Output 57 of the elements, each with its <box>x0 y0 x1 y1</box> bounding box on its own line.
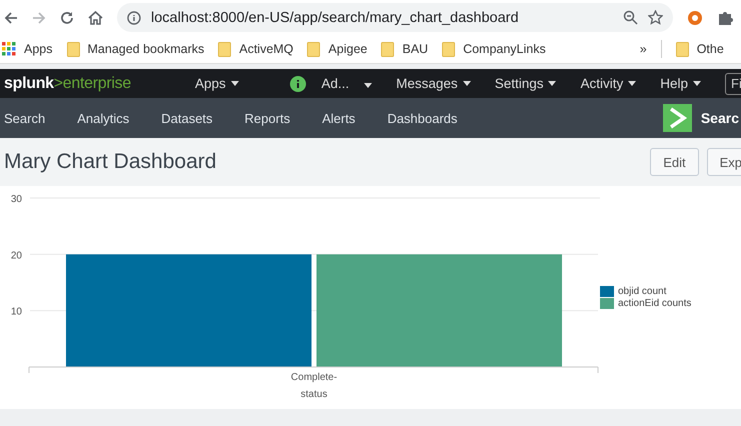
app-title: Searc <box>700 110 739 126</box>
nav-menu[interactable]: Activity <box>580 76 636 91</box>
toolbar-button[interactable]: Edit <box>650 148 699 176</box>
bookmark-item[interactable]: CompanyLinks <box>442 42 546 56</box>
splunk-logo[interactable]: splunk>enterprise <box>4 74 131 92</box>
home-icon[interactable] <box>88 10 103 24</box>
address-bar[interactable]: localhost:8000/en-US/app/search/mary_chart_dashboard <box>117 3 673 32</box>
folder-icon <box>442 42 456 56</box>
nav-menu[interactable]: Help <box>660 76 701 91</box>
apps-grid-icon <box>2 42 16 56</box>
app-nav-tab[interactable]: Dashboards <box>387 110 458 126</box>
caret-icon <box>230 81 239 86</box>
y-axis-label: 30 <box>10 194 22 205</box>
legend-item: objid count <box>600 286 692 297</box>
zoom-out-icon[interactable] <box>623 10 638 25</box>
caret-icon <box>628 81 636 86</box>
apps-menu[interactable]: Apps <box>194 76 239 91</box>
folder-icon <box>218 42 232 56</box>
caret-icon <box>364 83 372 88</box>
legend-item: actionEid counts <box>600 298 692 309</box>
app-nav-tab[interactable]: Alerts <box>322 110 356 126</box>
nav-menu[interactable]: Settings <box>494 76 556 91</box>
puzzle-icon[interactable] <box>717 10 733 26</box>
y-axis-label: 20 <box>10 250 22 262</box>
caret-icon <box>462 81 471 86</box>
overflow-chevron[interactable]: » <box>640 42 647 56</box>
folder-icon <box>66 42 80 56</box>
x-axis-label: Complete-status <box>290 371 338 402</box>
bookmark-item[interactable]: Apigee <box>307 42 368 56</box>
user-menu[interactable]: Ad... <box>290 76 372 92</box>
folder-icon <box>676 42 689 56</box>
caret-icon <box>693 81 701 86</box>
info-icon <box>127 10 141 24</box>
app-logo-icon <box>662 104 692 132</box>
bookmark-item[interactable]: ActiveMQ <box>218 42 294 56</box>
bookmark-item[interactable]: BAU <box>381 42 428 56</box>
search-field[interactable]: Fi <box>725 72 741 94</box>
app-nav-tab[interactable]: Analytics <box>77 110 130 126</box>
app-nav-tab[interactable]: Datasets <box>161 110 213 126</box>
legend-swatch <box>600 298 614 309</box>
info-icon <box>290 76 306 92</box>
reload-icon[interactable] <box>60 10 74 24</box>
nav-menu[interactable]: Messages <box>396 76 471 91</box>
bookmark-item[interactable]: Managed bookmarks <box>66 42 204 56</box>
app-nav-tab[interactable]: Reports <box>244 110 290 126</box>
dashboard-title: Mary Chart Dashboard <box>4 150 216 174</box>
url-text: localhost:8000/en-US/app/search/mary_chart_dashboard <box>151 10 520 26</box>
bookmark-item[interactable]: Apps <box>2 42 52 56</box>
bookmark-item[interactable]: Othe <box>676 42 724 56</box>
legend-swatch <box>600 286 614 297</box>
folder-icon <box>307 42 320 56</box>
app-nav-tab[interactable]: Search <box>4 110 46 126</box>
back-arrow-icon[interactable] <box>4 10 18 24</box>
star-icon[interactable] <box>648 10 663 25</box>
caret-icon <box>548 81 556 86</box>
folder-icon <box>381 42 394 56</box>
y-axis-label: 10 <box>10 306 22 318</box>
